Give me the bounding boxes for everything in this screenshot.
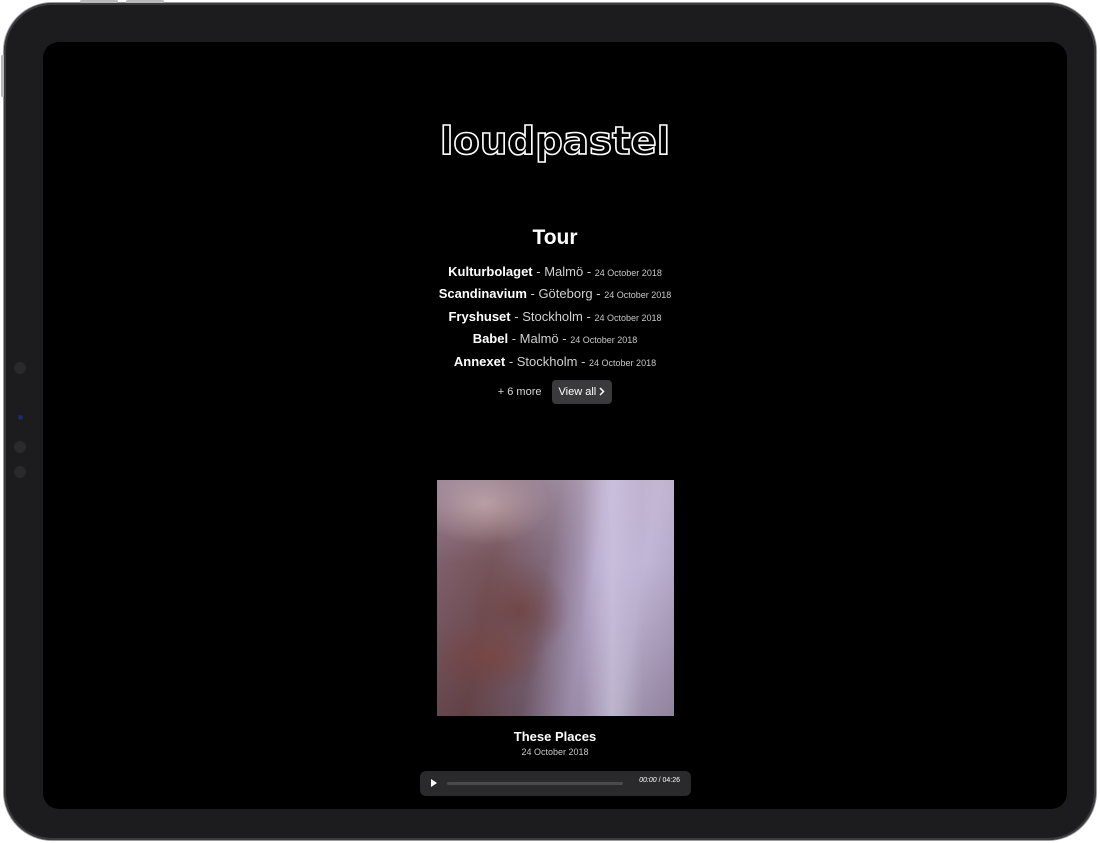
event-date: 24 October 2018 xyxy=(589,357,657,368)
separator: - xyxy=(577,353,590,369)
tour-event-row[interactable]: Annexet - Stockholm - 24 October 2018 xyxy=(43,351,1067,373)
play-icon[interactable] xyxy=(431,779,437,787)
sensor-dot-middle xyxy=(14,441,26,453)
event-venue: Kulturbolaget xyxy=(448,264,533,279)
sensor-dot-top xyxy=(14,362,26,374)
more-events-row: + 6 more View all xyxy=(43,380,1067,404)
logo-wordmark-text: loudpastel xyxy=(440,123,670,163)
event-venue: Babel xyxy=(472,331,509,347)
screen: loudpastel Tour Kulturbolaget - Malmö - … xyxy=(43,42,1067,809)
event-city: Göteborg xyxy=(538,286,593,302)
view-all-button[interactable]: View all xyxy=(551,380,613,404)
time-display: 00:00 / 04:26 xyxy=(639,777,680,784)
audio-player: 00:00 / 04:26 xyxy=(420,771,691,796)
tour-event-row[interactable]: Fryshuset - Stockholm - 24 October 2018 xyxy=(43,306,1067,328)
tour-event-row[interactable]: Kulturbolaget - Malmö - 24 October 2018 xyxy=(43,261,1067,283)
separator: - xyxy=(558,331,571,347)
duration: 04:26 xyxy=(662,777,680,784)
top-volume-button xyxy=(80,0,118,3)
event-date: 24 October 2018 xyxy=(594,312,662,323)
release-date: 24 October 2018 xyxy=(521,747,589,757)
event-date: 24 October 2018 xyxy=(570,335,638,346)
tour-event-row[interactable]: Scandinavium - Göteborg - 24 October 201… xyxy=(43,283,1067,305)
event-date: 24 October 2018 xyxy=(594,268,662,278)
separator: - xyxy=(532,264,545,279)
loudpastel-logo[interactable]: loudpastel xyxy=(437,118,673,167)
separator: - xyxy=(583,264,595,279)
event-city: Stockholm xyxy=(516,353,578,369)
cover-light-streak xyxy=(582,480,642,716)
event-city: Malmö xyxy=(519,331,559,347)
loudpastel-wordmark-logo: loudpastel xyxy=(439,118,671,164)
side-button xyxy=(1,55,4,97)
event-city: Stockholm xyxy=(522,308,583,324)
sensor-dot-bottom xyxy=(14,466,26,478)
event-city: Malmö xyxy=(544,264,584,279)
event-venue: Annexet xyxy=(453,353,506,369)
current-time: 00:00 xyxy=(639,777,657,784)
tour-heading: Tour xyxy=(532,226,578,249)
top-power-button xyxy=(126,0,164,3)
album-cover-image[interactable] xyxy=(437,480,674,716)
separator: - xyxy=(505,353,517,369)
seek-bar[interactable] xyxy=(447,782,623,785)
camera-lens xyxy=(18,415,23,420)
ipad-device-frame: loudpastel Tour Kulturbolaget - Malmö - … xyxy=(1,0,1096,840)
separator: - xyxy=(526,286,539,302)
tour-event-row[interactable]: Babel - Malmö - 24 October 2018 xyxy=(43,328,1067,350)
event-date: 24 October 2018 xyxy=(604,290,672,301)
separator: - xyxy=(510,308,523,324)
event-venue: Scandinavium xyxy=(438,286,527,302)
tour-list: Kulturbolaget - Malmö - 24 October 2018 … xyxy=(43,261,1067,373)
release-title: These Places xyxy=(513,729,597,744)
separator: - xyxy=(592,286,605,302)
separator: - xyxy=(508,331,520,347)
chevron-right-icon xyxy=(599,387,605,396)
separator: - xyxy=(582,308,595,324)
event-venue: Fryshuset xyxy=(448,308,511,324)
view-all-label: View all xyxy=(558,386,597,398)
more-events-count: + 6 more xyxy=(497,386,542,398)
